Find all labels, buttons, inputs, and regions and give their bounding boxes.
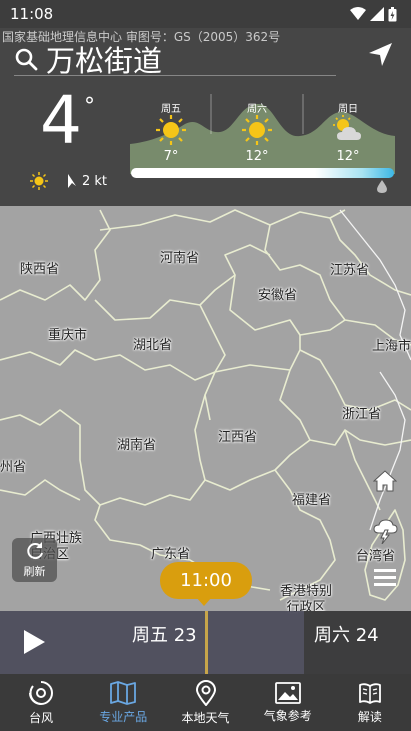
home-button[interactable]	[370, 466, 400, 496]
province-label-guizhou: 州省	[0, 460, 27, 475]
sun-icon	[242, 115, 272, 145]
province-label-zhejiang: 浙江省	[342, 407, 382, 422]
timeline-day1-label[interactable]: 周五 23	[132, 621, 197, 647]
status-icons	[350, 6, 397, 22]
timeline-bar[interactable]: 周五 23 周六 24	[0, 611, 411, 674]
typhoon-icon	[29, 680, 54, 705]
map-icon	[110, 680, 137, 705]
raindrop-icon	[377, 180, 387, 193]
play-icon[interactable]	[22, 629, 46, 655]
nav-local-weather[interactable]: 本地天气	[164, 674, 246, 731]
storm-layer-button[interactable]	[370, 516, 400, 546]
forecast-day-1: 周五	[161, 104, 181, 115]
time-bubble-tail	[196, 597, 212, 606]
nav-pro-products[interactable]: 专业产品	[82, 674, 164, 731]
province-label-hubei: 湖北省	[133, 338, 173, 353]
nav-weather-reference[interactable]: 气象参考	[247, 674, 329, 731]
province-label-fujian: 福建省	[292, 493, 332, 508]
sun-small-icon	[30, 172, 48, 190]
search-divider	[14, 75, 336, 76]
lightning-cloud-icon	[373, 519, 398, 544]
book-icon	[359, 682, 381, 704]
province-label-shaanxi: 陕西省	[20, 262, 60, 277]
nav-typhoon-label: 台风	[29, 710, 54, 725]
wifi-icon	[350, 7, 366, 20]
weather-panel: 国家基础地理信息中心 审图号：GS（2005）362号 万松街道 4 ° 2 k…	[0, 28, 411, 206]
degree-symbol: °	[84, 94, 95, 119]
province-label-chongqing: 重庆市	[48, 328, 88, 343]
search-row[interactable]: 万松街道	[14, 38, 162, 80]
nav-interpretation-label: 解读	[357, 709, 382, 724]
nav-typhoon[interactable]: 台风	[0, 674, 82, 731]
battery-icon	[388, 6, 397, 21]
nav-local-weather-label: 本地天气	[181, 710, 230, 725]
current-temperature: 4	[40, 82, 82, 159]
province-label-jiangsu: 江苏省	[330, 263, 370, 278]
nav-pro-products-label: 专业产品	[99, 709, 148, 724]
province-label-shanghai: 上海市	[372, 339, 411, 354]
current-time-bubble[interactable]: 11:00	[160, 562, 252, 599]
nav-interpretation[interactable]: 解读	[329, 674, 411, 731]
status-bar: 11:08	[0, 0, 411, 28]
province-label-henan: 河南省	[160, 251, 200, 266]
province-label-hunan: 湖南省	[117, 438, 157, 453]
nav-weather-reference-label: 气象参考	[263, 708, 312, 723]
wind-speed: 2 kt	[82, 173, 108, 189]
bottom-nav: 台风 专业产品 本地天气 气象参考 解读	[0, 674, 411, 731]
location-name[interactable]: 万松街道	[46, 38, 162, 80]
forecast-day-3: 周日	[338, 104, 358, 115]
image-icon	[274, 681, 301, 704]
timeline-day2-label[interactable]: 周六 24	[314, 621, 379, 647]
province-label-anhui: 安徽省	[258, 288, 298, 303]
forecast-temp-2: 12°	[245, 149, 269, 164]
refresh-label: 刷新	[23, 565, 46, 578]
province-label-jiangxi: 江西省	[218, 430, 258, 445]
menu-button[interactable]	[370, 562, 400, 592]
forecast-temp-3: 12°	[336, 149, 360, 164]
partly-cloudy-icon	[333, 115, 361, 140]
sun-icon	[156, 115, 186, 145]
forecast-day-2: 周六	[247, 104, 267, 115]
precipitation-bar	[131, 168, 394, 178]
forecast-temp-1: 7°	[163, 149, 179, 164]
menu-icon	[374, 569, 396, 586]
wind-row: 2 kt	[30, 172, 107, 190]
wind-direction-icon	[68, 174, 76, 188]
search-icon[interactable]	[14, 47, 38, 71]
province-label-guangdong: 广东省	[151, 547, 191, 562]
locate-arrow-icon[interactable]	[367, 42, 393, 68]
location-pin-icon	[195, 679, 216, 706]
signal-icon	[370, 7, 384, 21]
home-icon	[373, 470, 397, 492]
timeline-cursor[interactable]	[205, 611, 208, 674]
status-time: 11:08	[10, 5, 54, 23]
refresh-icon	[26, 542, 43, 560]
refresh-button[interactable]: 刷新	[12, 538, 57, 582]
forecast-strip[interactable]: 周五 周六 周日 7° 12° 12°	[130, 94, 395, 174]
